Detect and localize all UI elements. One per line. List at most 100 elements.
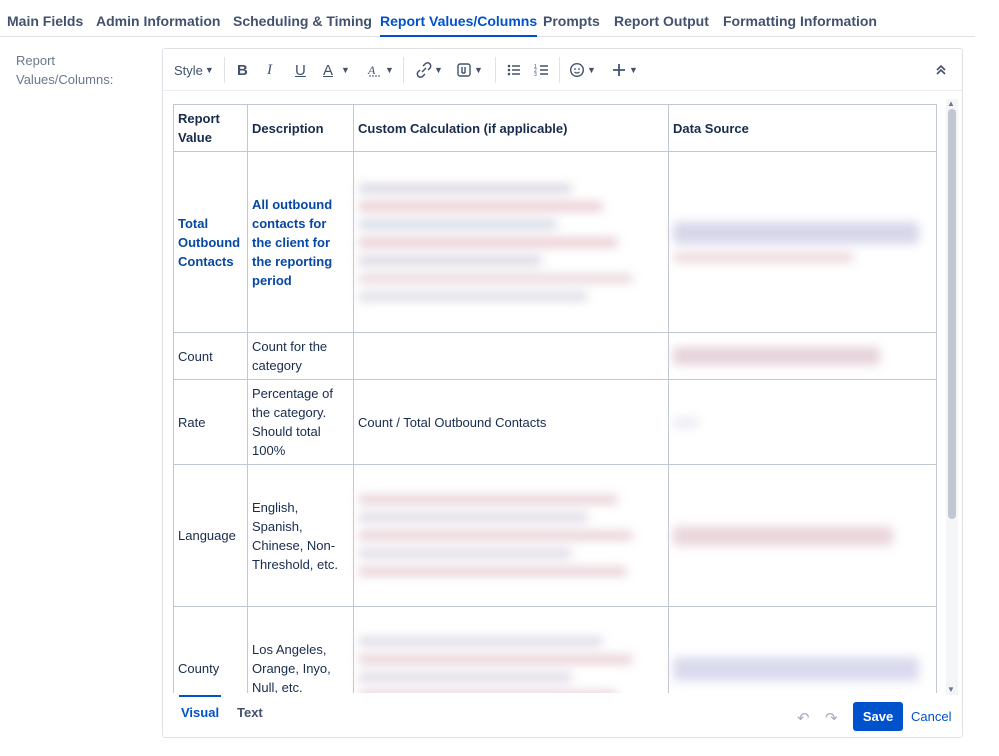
cell-data-source-redacted xyxy=(668,464,937,607)
redacted-content xyxy=(673,656,932,681)
chevron-down-icon: ▼ xyxy=(204,65,214,75)
clear-formatting-button[interactable]: A ▼ xyxy=(367,60,394,80)
cell-description: Count for the category xyxy=(247,332,354,380)
cell-data-source-redacted xyxy=(668,332,937,380)
numbered-list-icon: 123 xyxy=(534,64,548,78)
collapse-icon xyxy=(936,64,946,75)
table-header-row: Report Value Description Custom Calculat… xyxy=(173,104,937,152)
redacted-content xyxy=(673,222,932,262)
cell-calculation: Count / Total Outbound Contacts xyxy=(353,379,669,465)
undo-icon[interactable]: ↶ xyxy=(797,709,810,727)
underline-button[interactable]: U xyxy=(295,60,306,80)
link-button[interactable]: ▼ xyxy=(416,60,443,80)
editor-toolbar: Style ▼ B I U A ▼ A ▼ ▼ ▼ 1 2 3 ▼ ▼ xyxy=(163,49,962,91)
tab-formatting-information[interactable]: Formatting Information xyxy=(723,13,877,29)
redacted-content xyxy=(673,417,932,427)
table-row: Count Count for the category xyxy=(173,332,937,380)
cell-description: Percentage of the category. Should total… xyxy=(247,379,354,465)
bold-button[interactable]: B xyxy=(237,60,248,80)
plus-icon xyxy=(613,64,625,76)
cell-description: English, Spanish, Chinese, Non-Threshold… xyxy=(247,464,354,607)
toolbar-divider xyxy=(495,57,496,83)
redacted-content xyxy=(358,183,664,301)
chevron-down-icon: ▼ xyxy=(385,65,394,75)
toolbar-divider xyxy=(559,57,560,83)
tab-bar: Main Fields Admin Information Scheduling… xyxy=(0,0,975,37)
scroll-up-icon[interactable]: ▲ xyxy=(947,99,955,108)
redacted-content xyxy=(673,525,932,546)
emoji-button[interactable]: ▼ xyxy=(569,60,596,80)
tab-scheduling-timing[interactable]: Scheduling & Timing xyxy=(233,13,372,29)
table-row: County Los Angeles, Orange, Inyo, Null, … xyxy=(173,606,937,693)
chevron-down-icon: ▼ xyxy=(474,65,483,75)
editor-content[interactable]: Report Value Description Custom Calculat… xyxy=(163,91,962,693)
clear-formatting-icon: A xyxy=(367,63,381,77)
cell-report-value: Rate xyxy=(173,379,248,465)
scrollbar-thumb[interactable] xyxy=(948,109,956,519)
visual-mode-tab[interactable]: Visual xyxy=(178,695,222,720)
table-row: Total Outbound Contacts All outbound con… xyxy=(173,151,937,333)
toolbar-divider xyxy=(224,57,225,83)
table-row: Language English, Spanish, Chinese, Non-… xyxy=(173,464,937,607)
cell-report-value: Total Outbound Contacts xyxy=(173,151,248,333)
italic-icon: I xyxy=(267,61,272,78)
redacted-content xyxy=(358,637,664,693)
cell-data-source-redacted xyxy=(668,606,937,693)
cell-report-value: Count xyxy=(173,332,248,380)
collapse-toolbar-button[interactable] xyxy=(935,60,947,80)
chevron-down-icon: ▼ xyxy=(341,65,350,75)
text-color-button[interactable]: A ▼ xyxy=(323,60,350,80)
redacted-content xyxy=(358,495,664,576)
field-label: Report Values/Columns: xyxy=(16,53,114,87)
cancel-button[interactable]: Cancel xyxy=(911,709,951,724)
cell-data-source-redacted xyxy=(668,379,937,465)
redo-icon[interactable]: ↷ xyxy=(825,709,838,727)
tab-report-output[interactable]: Report Output xyxy=(614,13,709,29)
text-color-icon: A xyxy=(323,61,334,79)
cell-description: Los Angeles, Orange, Inyo, Null, etc. xyxy=(247,606,354,693)
editor-footer: Visual Text ↶ ↷ Save Cancel xyxy=(163,693,962,737)
report-values-table: Report Value Description Custom Calculat… xyxy=(173,104,937,693)
bullet-list-button[interactable] xyxy=(506,60,522,80)
header-data-source: Data Source xyxy=(668,104,937,152)
chevron-down-icon: ▼ xyxy=(629,65,638,75)
chevron-down-icon: ▼ xyxy=(587,65,596,75)
toolbar-divider xyxy=(403,57,404,83)
cell-report-value: Language xyxy=(173,464,248,607)
header-description: Description xyxy=(247,104,354,152)
style-dropdown[interactable]: Style ▼ xyxy=(174,60,214,80)
cell-calculation-redacted xyxy=(353,151,669,333)
bold-icon: B xyxy=(237,61,248,79)
cell-data-source-redacted xyxy=(668,151,937,333)
cell-calculation xyxy=(353,332,669,380)
bullet-list-icon xyxy=(507,64,520,76)
chevron-down-icon: ▼ xyxy=(434,65,443,75)
emoji-icon xyxy=(569,62,585,78)
rich-text-editor[interactable]: Style ▼ B I U A ▼ A ▼ ▼ ▼ 1 2 3 ▼ ▼ Repo… xyxy=(162,48,963,738)
text-mode-tab[interactable]: Text xyxy=(237,705,263,720)
tab-prompts[interactable]: Prompts xyxy=(543,13,600,29)
link-icon xyxy=(416,62,432,78)
table-row: Rate Percentage of the category. Should … xyxy=(173,379,937,465)
vertical-scrollbar[interactable]: ▲ ▼ xyxy=(946,99,958,695)
attachment-button[interactable]: ▼ xyxy=(456,60,483,80)
italic-button[interactable]: I xyxy=(267,60,272,80)
svg-text:3: 3 xyxy=(534,72,537,78)
cell-calculation-redacted xyxy=(353,464,669,607)
numbered-list-button[interactable]: 123 xyxy=(534,60,550,80)
svg-text:A: A xyxy=(367,63,376,77)
attachment-icon xyxy=(457,63,471,77)
underline-icon: U xyxy=(295,61,306,79)
tab-main-fields[interactable]: Main Fields xyxy=(7,13,83,29)
tab-admin-information[interactable]: Admin Information xyxy=(96,13,220,29)
header-report-value: Report Value xyxy=(173,104,248,152)
header-custom-calculation: Custom Calculation (if applicable) xyxy=(353,104,669,152)
redacted-content xyxy=(673,347,932,365)
style-dropdown-label: Style xyxy=(174,62,203,78)
cell-description: All outbound contacts for the client for… xyxy=(247,151,354,333)
save-button[interactable]: Save xyxy=(853,702,903,731)
insert-more-button[interactable]: ▼ xyxy=(611,60,638,80)
cell-calculation-redacted xyxy=(353,606,669,693)
tab-report-values-columns[interactable]: Report Values/Columns xyxy=(380,13,538,37)
cell-report-value: County xyxy=(173,606,248,693)
